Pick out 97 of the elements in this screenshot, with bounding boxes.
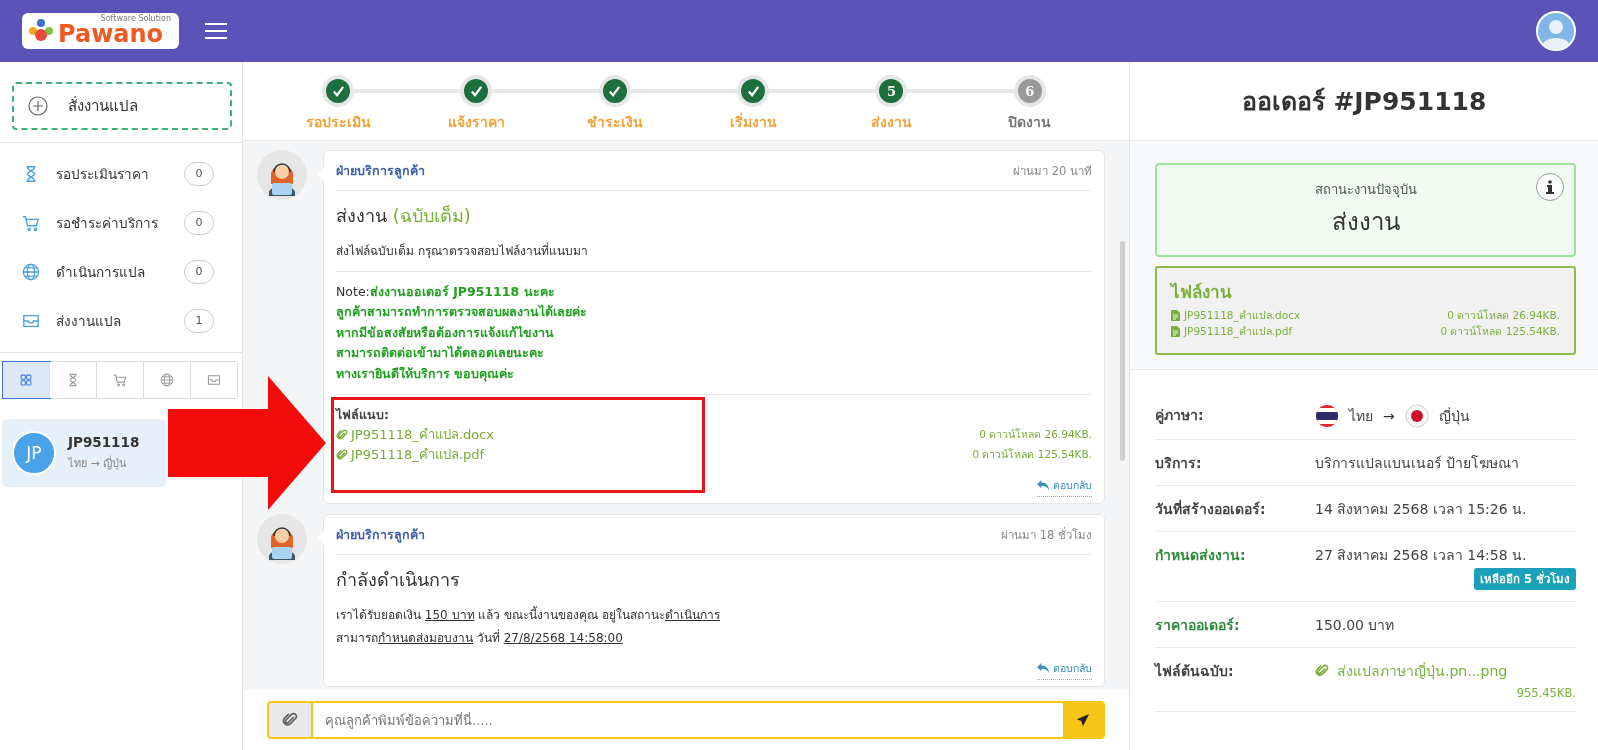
time-left-badge: เหลืออีก 5 ชั่วโมง	[1474, 568, 1576, 590]
reply-link[interactable]: ตอบกลับ	[1037, 476, 1092, 497]
detail-value: ไทย	[1349, 407, 1373, 426]
logo-tagline: Software Solution	[100, 14, 171, 23]
step-indicator: 5	[875, 75, 908, 107]
menu-item[interactable]: ส่งงานแปล	[56, 309, 168, 332]
note-line: สามารถติดต่อเข้ามาได้ตลอดเลยนะคะ	[336, 344, 545, 363]
detail-label: กำหนดส่งงาน:	[1155, 546, 1247, 565]
detail-label: บริการ:	[1155, 454, 1203, 473]
message-time: ผ่านมา 18 ชั่วโมง	[1001, 526, 1092, 544]
step-label: แจ้งราคา	[448, 113, 505, 132]
send-icon	[1076, 713, 1090, 727]
step-indicator: 6	[1013, 75, 1046, 107]
paperclip-icon	[1315, 664, 1329, 678]
check-icon	[331, 84, 345, 98]
cart-icon	[113, 373, 127, 387]
user-avatar[interactable]	[1536, 11, 1576, 51]
message-time: ผ่านมา 20 นาที	[1013, 163, 1092, 180]
reply-link[interactable]: ตอบกลับ	[1037, 659, 1092, 680]
note-line: หากมีข้อสงสัยหรือต้องการแจ้งแก้ไขงาน	[336, 323, 555, 342]
message-title: ส่งงาน (ฉบับเต็ม)	[336, 204, 472, 228]
flag-icon	[1315, 404, 1339, 428]
message-sender: ฝ่ายบริการลูกค้า	[336, 525, 425, 545]
source-file-link[interactable]: ส่งแปลภาษาญี่ปุ่น.pn...png	[1315, 660, 1576, 682]
attachments-label: ไฟล์แนบ:	[336, 405, 390, 424]
attachment-link[interactable]: JP951118_คำแปล.docx	[336, 424, 494, 446]
message-sender: ฝ่ายบริการลูกค้า	[336, 162, 425, 181]
grid-icon	[19, 373, 33, 387]
cart-icon	[22, 213, 40, 232]
attachment-info: 0 ดาวน์โหลด 26.94KB.	[979, 427, 1092, 443]
check-icon	[470, 84, 483, 98]
message-text: สามารถกำหนดส่งมอบงาน วันที่ 27/8/2568 14:58:00	[336, 629, 624, 648]
info-icon	[1545, 180, 1555, 194]
detail-value: 150.00 บาท	[1315, 616, 1396, 635]
globe-icon	[22, 262, 40, 281]
message-input-box[interactable]: คุณลูกค้าพิมพ์ข้อความที่นี่.....	[267, 701, 1105, 739]
status-label: สถานะงานปัจจุบัน	[1314, 181, 1417, 200]
menu-item[interactable]: ดำเนินการแปล	[56, 260, 168, 283]
attachment-info: 0 ดาวน์โหลด 125.54KB.	[972, 447, 1092, 463]
file-info: 0 ดาวน์โหลด 125.54KB.	[1440, 323, 1560, 339]
attachment-link[interactable]: JP951118_คำแปล.pdf	[336, 444, 484, 466]
order-card[interactable]: JP JP951118 ไทย → ญี่ปุ่น	[2, 419, 166, 487]
order-languages: ไทย → ญี่ปุ่น	[68, 454, 129, 472]
flag-icon	[1404, 404, 1429, 428]
menu-item[interactable]: รอประเมินราคา	[56, 162, 168, 185]
paperclip-icon	[336, 448, 348, 461]
paperclip-icon	[282, 712, 298, 728]
logo[interactable]: Pawano Software Solution	[22, 13, 179, 49]
detail-label: คู่ภาษา:	[1155, 406, 1205, 426]
initials-avatar: JP	[12, 431, 56, 475]
step-label: ชำระเงิน	[586, 113, 643, 132]
menu-icon[interactable]	[205, 22, 227, 40]
reply-icon	[1037, 663, 1049, 674]
step-label: เริ่มงาน	[729, 111, 777, 132]
message-text: ส่งไฟล์ฉบับเต็ม กรุณาตรวจสอบไฟล์งานที่แนบมา	[336, 242, 589, 261]
scrollbar[interactable]	[1120, 241, 1125, 461]
menu-item[interactable]: รอชำระค่าบริการ	[56, 211, 168, 234]
files-title: ไฟล์งาน	[1171, 281, 1233, 304]
document-icon	[1171, 309, 1180, 321]
attach-button[interactable]	[269, 703, 313, 737]
new-order-button[interactable]: สั่งงานแปล	[12, 82, 232, 130]
detail-value: 27 สิงหาคม 2568 เวลา 14:58 น.	[1315, 546, 1528, 565]
detail-label: ไฟล์ต้นฉบับ:	[1155, 662, 1235, 681]
note-line: Note:ส่งงานออเดอร์ JP951118 นะคะ	[336, 282, 556, 301]
people-logo-icon	[28, 18, 54, 44]
document-icon	[1171, 325, 1180, 337]
step-label: ปิดงาน	[1008, 113, 1052, 132]
detail-label: วันที่สร้างออเดอร์:	[1155, 498, 1267, 519]
globe-icon	[160, 373, 174, 387]
message-text: เราได้รับยอดเงิน 150 บาท แล้ว ขณะนี้งานของคุณ อยู่ในสถานะดำเนินการ	[336, 605, 721, 625]
info-button[interactable]	[1536, 173, 1564, 201]
detail-value: บริการแปลแบนเนอร์ ป้ายโฆษณา	[1315, 454, 1521, 473]
file-info: 0 ดาวน์โหลด 26.94KB.	[1447, 307, 1560, 323]
file-size: 955.45KB.	[1515, 686, 1576, 700]
detail-value: 14 สิงหาคม 2568 เวลา 15:26 น.	[1315, 500, 1528, 519]
order-code: JP951118	[68, 434, 140, 450]
detail-value: ญี่ปุ่น	[1438, 406, 1470, 427]
status-value: ส่งงาน	[1331, 207, 1400, 238]
support-agent-avatar	[257, 513, 307, 564]
arrow-glyph: →	[1383, 408, 1395, 424]
detail-label: ราคาออเดอร์:	[1155, 616, 1241, 635]
support-agent-avatar	[257, 150, 307, 200]
note-line: ทางเรายินดีให้บริการ ขอบคุณค่ะ	[336, 365, 516, 384]
filter-tab[interactable]	[3, 362, 50, 398]
note-line: ลูกค้าสามารถทำการตรวจสอบผลงานได้เลยค่ะ	[336, 303, 588, 322]
add-icon	[28, 96, 48, 116]
send-button[interactable]	[1063, 703, 1103, 737]
step-label: ส่งงาน	[871, 113, 912, 132]
step-label: รอประเมิน	[305, 113, 371, 132]
check-icon	[608, 84, 622, 98]
filter-tab[interactable]	[50, 362, 97, 398]
paperclip-icon	[336, 428, 348, 441]
inbox-icon	[207, 373, 221, 387]
check-icon	[746, 84, 760, 98]
message-title: กำลังดำเนินการ	[336, 567, 461, 592]
logo-name: Pawano	[58, 20, 164, 48]
reply-icon	[1037, 480, 1049, 491]
